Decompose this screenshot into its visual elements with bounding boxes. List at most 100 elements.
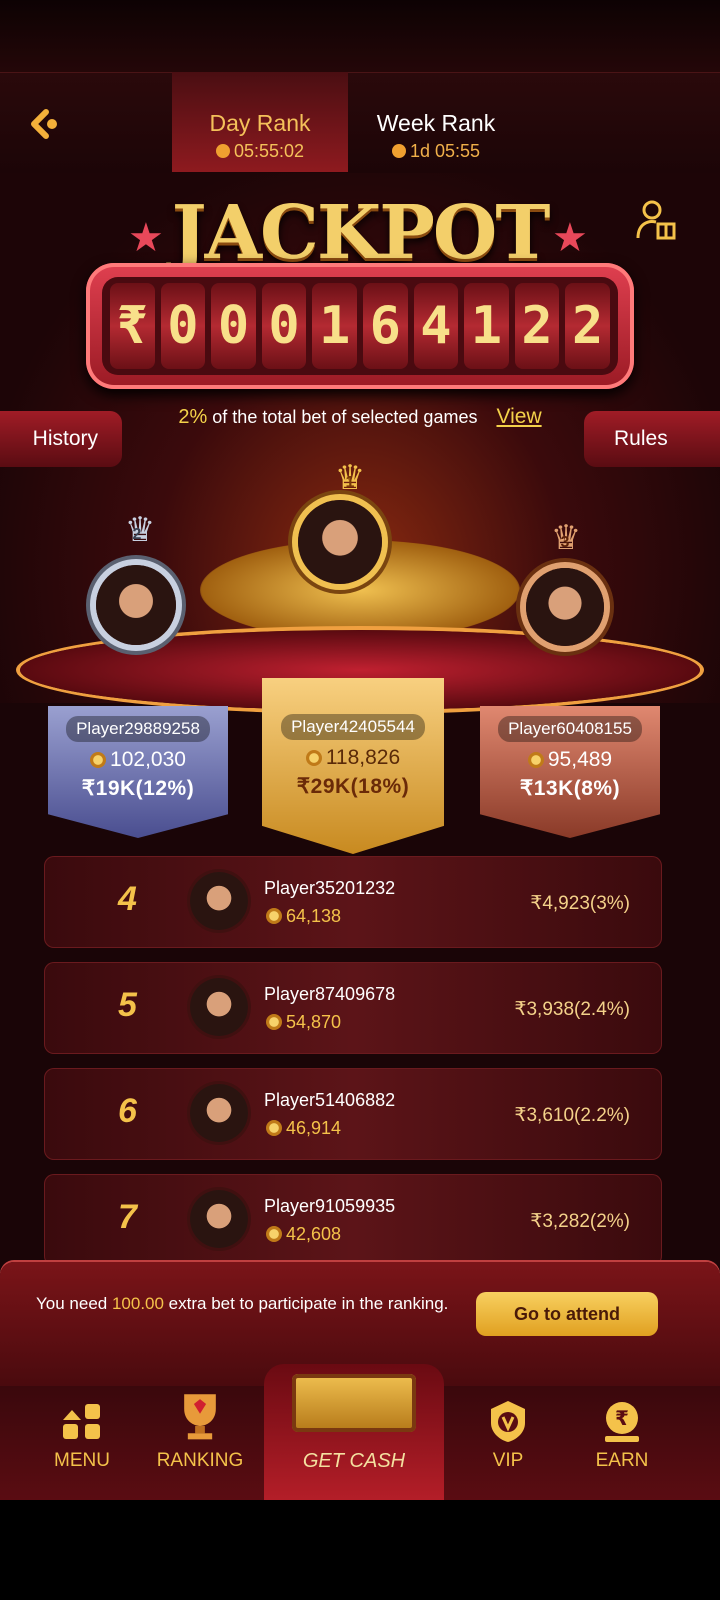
coin-icon [266, 1014, 282, 1030]
nav-menu[interactable]: MENU [22, 1386, 142, 1500]
nav-label: GET CASH [302, 1450, 406, 1472]
player-reward: ₹4,923(3%) [530, 893, 630, 914]
nav-earn[interactable]: ₹ EARN [562, 1386, 682, 1500]
row-rank: 4 [118, 880, 137, 918]
avatar-image [190, 872, 248, 930]
treasure-chest-icon [292, 1374, 416, 1432]
coin-value: 42,608 [286, 1224, 342, 1244]
view-link[interactable]: View [496, 405, 541, 428]
week-timer-value: 1d 05:55 [409, 141, 481, 161]
player-coins: 64,138 [266, 906, 341, 927]
player-cash: ₹29K(18%) [296, 775, 410, 798]
jackpot-digit: 0 [160, 283, 206, 369]
alarm-clock-icon [391, 144, 406, 158]
avatar [190, 1084, 248, 1142]
avatar [190, 872, 248, 930]
tab-week-rank-label: Week Rank [376, 110, 496, 136]
player-name: Player91059935 [264, 1196, 396, 1216]
tab-week-rank[interactable]: Week Rank 1d 05:55 [348, 72, 524, 172]
go-to-attend-button[interactable]: Go to attend [476, 1292, 658, 1336]
tab-week-rank-timer: 1d 05:55 [348, 141, 524, 162]
player-reward: ₹3,610(2.2%) [514, 1105, 630, 1126]
jackpot-digit: 6 [362, 283, 408, 369]
avatar [190, 978, 248, 1036]
jackpot-digit: 2 [514, 283, 560, 369]
nav-get-cash[interactable]: GET CASH [264, 1364, 444, 1500]
svg-text:₹: ₹ [615, 1406, 629, 1430]
tab-day-rank-timer: 05:55:02 [172, 141, 348, 162]
avatar-image [190, 978, 248, 1036]
back-arrow-icon[interactable] [24, 104, 64, 144]
currency-digit: ₹ [110, 283, 155, 369]
podium-card-rank-2[interactable]: Player29889258 102,030 ₹19K(12%) [48, 706, 228, 838]
row-rank: 7 [118, 1198, 137, 1236]
system-bottom-bar [0, 1500, 720, 1600]
player-name: Player60408155 [498, 716, 642, 742]
player-reward: ₹3,938(2.4%) [514, 999, 630, 1020]
player-coins: 95,489 [480, 748, 660, 772]
nav-label: MENU [54, 1450, 110, 1471]
player-name: Player29889258 [66, 716, 210, 742]
player-coins: 42,608 [266, 1224, 341, 1245]
tab-day-rank-label: Day Rank [209, 110, 311, 136]
nav-label: RANKING [156, 1450, 244, 1471]
coin-value: 54,870 [286, 1012, 342, 1032]
history-button[interactable]: History [0, 411, 122, 467]
player-name: Player87409678 [264, 984, 396, 1004]
ranking-row[interactable]: 5 Player87409678 54,870 ₹3,938(2.4%) [44, 962, 662, 1054]
coin-icon [305, 750, 322, 766]
tab-day-rank[interactable]: Day Rank 05:55:02 [172, 72, 348, 172]
player-name: Player35201232 [264, 878, 396, 898]
menu-grid-icon [63, 1404, 100, 1439]
ranking-row[interactable]: 4 Player35201232 64,138 ₹4,923(3%) [44, 856, 662, 948]
player-coins: 102,030 [48, 748, 228, 772]
row-rank: 6 [118, 1092, 137, 1130]
alarm-clock-icon [215, 144, 230, 158]
podium-card-rank-3[interactable]: Player60408155 95,489 ₹13K(8%) [480, 706, 660, 838]
jackpot-note: 2% of the total bet of selected games Vi… [120, 405, 600, 435]
vip-shield-icon [491, 1401, 525, 1442]
day-timer-value: 05:55:02 [233, 141, 305, 161]
rules-button[interactable]: Rules [584, 411, 720, 467]
jackpot-counter: ₹ 0 0 0 1 6 4 1 2 2 [86, 263, 634, 389]
nav-ranking[interactable]: RANKING [140, 1386, 260, 1500]
jackpot-digit: 4 [413, 283, 459, 369]
coin-icon [266, 1120, 282, 1136]
prompt-message: You need 100.00 extra bet to participate… [36, 1292, 456, 1316]
jackpot-percent: 2% [178, 406, 208, 428]
jackpot-digit: 1 [312, 283, 357, 369]
podium-card-rank-1[interactable]: Player42405544 118,826 ₹29K(18%) [262, 678, 444, 854]
player-name: Player51406882 [264, 1090, 396, 1110]
coin-value: 95,489 [547, 748, 613, 771]
coin-icon [266, 908, 282, 924]
rank-3-number: 3 [560, 534, 570, 551]
avatar-image [298, 500, 382, 584]
rank-1-number: 1 [345, 474, 355, 491]
nav-label: VIP [492, 1450, 524, 1471]
nav-vip[interactable]: VIP [448, 1386, 568, 1500]
avatar-rank-1[interactable] [298, 500, 382, 584]
avatar-image [190, 1084, 248, 1142]
player-cash: ₹13K(8%) [519, 777, 621, 800]
avatar-rank-2[interactable] [96, 565, 176, 645]
coin-icon [90, 752, 107, 768]
prompt-text-before: You need [36, 1294, 112, 1313]
player-reward: ₹3,282(2%) [530, 1211, 630, 1232]
nav-label: EARN [595, 1450, 649, 1471]
jackpot-note-text: of the total bet of selected games [212, 407, 478, 427]
avatar-rank-3[interactable] [526, 568, 604, 646]
row-rank: 5 [118, 986, 137, 1024]
ranking-row[interactable]: 6 Player51406882 46,914 ₹3,610(2.2%) [44, 1068, 662, 1160]
trophy-icon [184, 1394, 216, 1440]
ranking-row[interactable]: 7 Player91059935 42,608 ₹3,282(2%) [44, 1174, 662, 1266]
prompt-text-after: extra bet to participate in the ranking. [163, 1294, 449, 1313]
prompt-amount: 100.00 [111, 1294, 164, 1313]
jackpot-digit: 1 [464, 283, 509, 369]
user-gift-icon[interactable] [636, 198, 676, 242]
jackpot-digit: 2 [565, 283, 610, 369]
avatar-image [526, 568, 604, 646]
coin-value: 102,030 [110, 748, 186, 771]
player-name: Player42405544 [281, 714, 425, 740]
rupee-earn-icon: ₹ [605, 1402, 639, 1442]
avatar [190, 1190, 248, 1248]
